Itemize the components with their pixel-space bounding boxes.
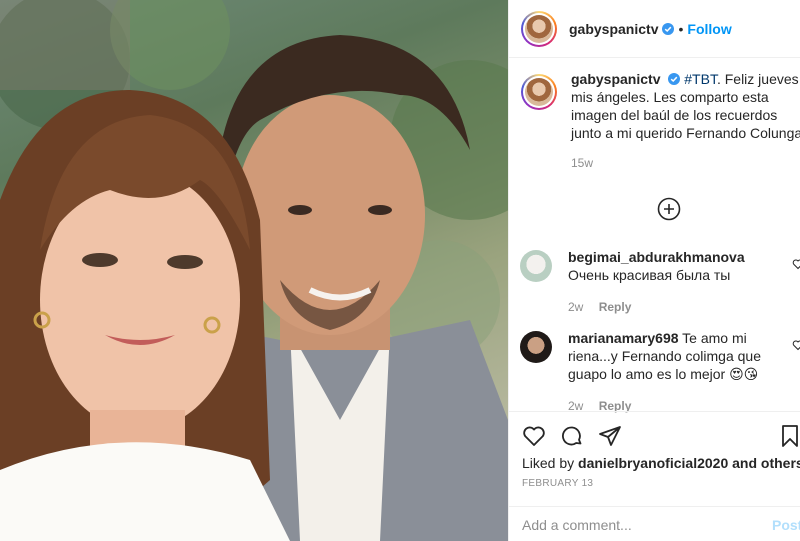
- comment-item: begimai_abdurakhmanova Очень красивая бы…: [520, 248, 800, 316]
- author-username[interactable]: gabyspanictv: [569, 21, 658, 37]
- post-comment-button[interactable]: Post: [772, 517, 800, 533]
- caption-hashtag[interactable]: #TBT: [684, 71, 717, 87]
- liked-by-username[interactable]: danielbryanoficial2020: [578, 455, 728, 471]
- story-ring[interactable]: [521, 10, 557, 47]
- liked-by: Liked by danielbryanoficial2020 and othe…: [522, 455, 800, 471]
- plus-circle-icon[interactable]: [657, 197, 681, 221]
- comment-username[interactable]: marianamary698: [568, 330, 679, 346]
- comment-input[interactable]: [522, 513, 762, 537]
- post-photo[interactable]: [0, 0, 508, 541]
- separator-dot: •: [678, 20, 684, 37]
- post-date[interactable]: FEBRUARY 13: [522, 478, 593, 489]
- reply-button[interactable]: Reply: [599, 300, 632, 314]
- like-comment-heart-icon[interactable]: [792, 339, 800, 351]
- like-comment-heart-icon[interactable]: [792, 258, 800, 270]
- avatar: [525, 14, 553, 43]
- caption-time[interactable]: 15w: [571, 154, 800, 172]
- add-comment-section: Post: [508, 506, 800, 541]
- caption-avatar[interactable]: [521, 74, 557, 110]
- comment-text: Очень красивая была ты: [568, 267, 731, 283]
- commenter-avatar[interactable]: [520, 250, 552, 282]
- comment-item: marianamary698 Te amo mi riena...y Ferna…: [520, 329, 800, 415]
- photo-illustration: [0, 0, 508, 541]
- commenter-avatar[interactable]: [520, 331, 552, 363]
- post-header: gabyspanictv • Follow: [509, 0, 800, 58]
- share-icon[interactable]: [598, 424, 622, 448]
- verified-badge-icon: [668, 73, 681, 85]
- comment-icon[interactable]: [560, 424, 584, 448]
- follow-button[interactable]: Follow: [687, 21, 731, 37]
- comment-username[interactable]: begimai_abdurakhmanova: [568, 249, 745, 265]
- bookmark-icon[interactable]: [778, 424, 800, 448]
- post-caption: gabyspanictv #TBT. Feliz jueves mis ánge…: [521, 70, 800, 172]
- comment-time[interactable]: 2w: [568, 300, 583, 314]
- heart-icon[interactable]: [522, 424, 546, 448]
- instagram-post: gabyspanictv • Follow gabyspanictv #TBT.…: [0, 0, 800, 541]
- verified-badge-icon: [662, 22, 675, 35]
- caption-username[interactable]: gabyspanictv: [571, 71, 660, 87]
- action-section: Liked by danielbryanoficial2020 and othe…: [508, 411, 800, 541]
